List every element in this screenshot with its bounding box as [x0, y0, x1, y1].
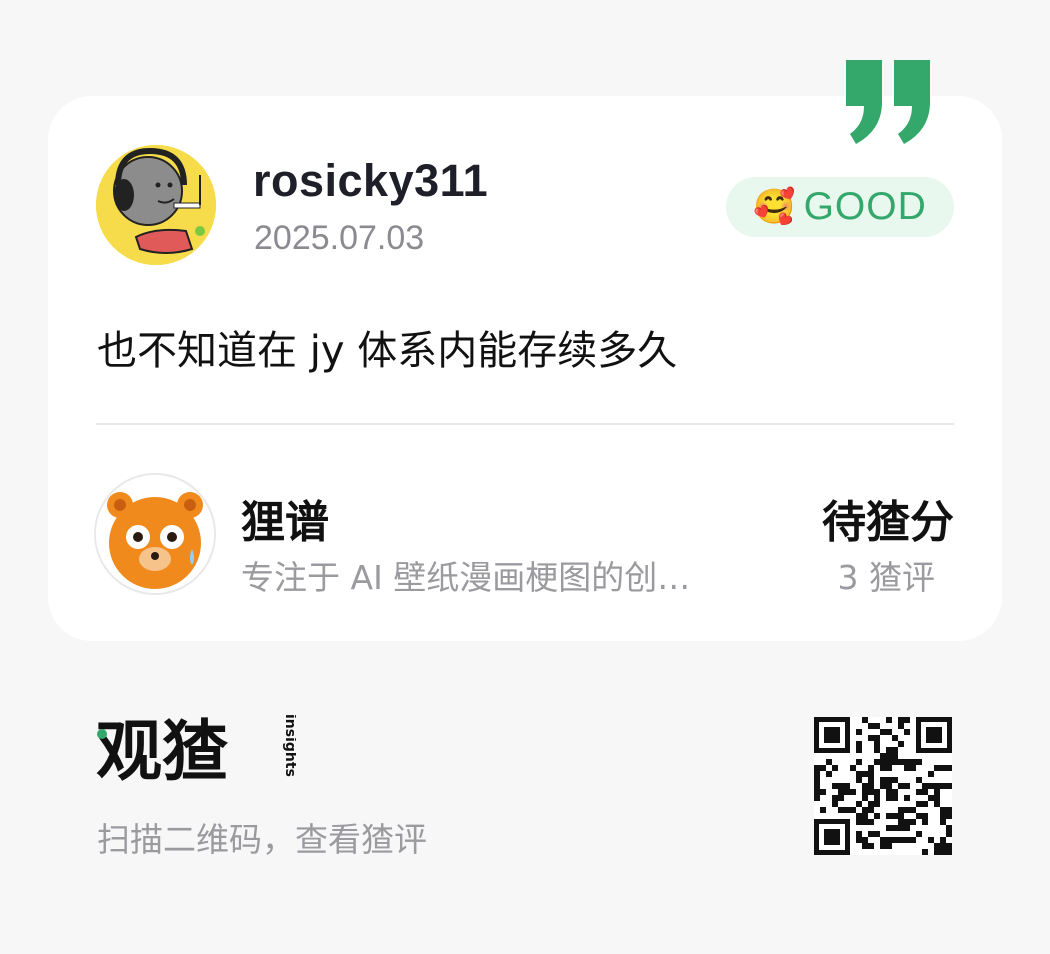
scan-instruction: 扫描二维码，查看猹评	[97, 820, 427, 859]
rating-label: GOOD	[803, 185, 927, 228]
rating-badge: 🥰 GOOD	[726, 177, 954, 237]
username[interactable]: rosicky311	[253, 155, 488, 207]
qr-code-icon[interactable]	[814, 717, 952, 855]
score-label: 待猹分	[822, 497, 954, 548]
review-date: 2025.07.03	[254, 219, 425, 257]
user-avatar[interactable]	[96, 145, 216, 265]
brand-subtitle: insights	[282, 714, 296, 777]
smiling-hearts-icon: 🥰	[753, 188, 796, 226]
brand-name: 观猹	[96, 713, 229, 782]
divider	[96, 423, 954, 425]
product-name[interactable]: 狸谱	[241, 486, 329, 550]
brand-logo: 观猹 insights	[96, 712, 298, 790]
quote-mark-icon	[846, 60, 930, 144]
product-description: 专注于 AI 壁纸漫画梗图的创…	[241, 558, 691, 597]
product-avatar[interactable]	[96, 475, 214, 593]
review-count: 3 猹评	[837, 558, 936, 597]
review-text: 也不知道在 jy 体系内能存续多久	[97, 328, 678, 374]
